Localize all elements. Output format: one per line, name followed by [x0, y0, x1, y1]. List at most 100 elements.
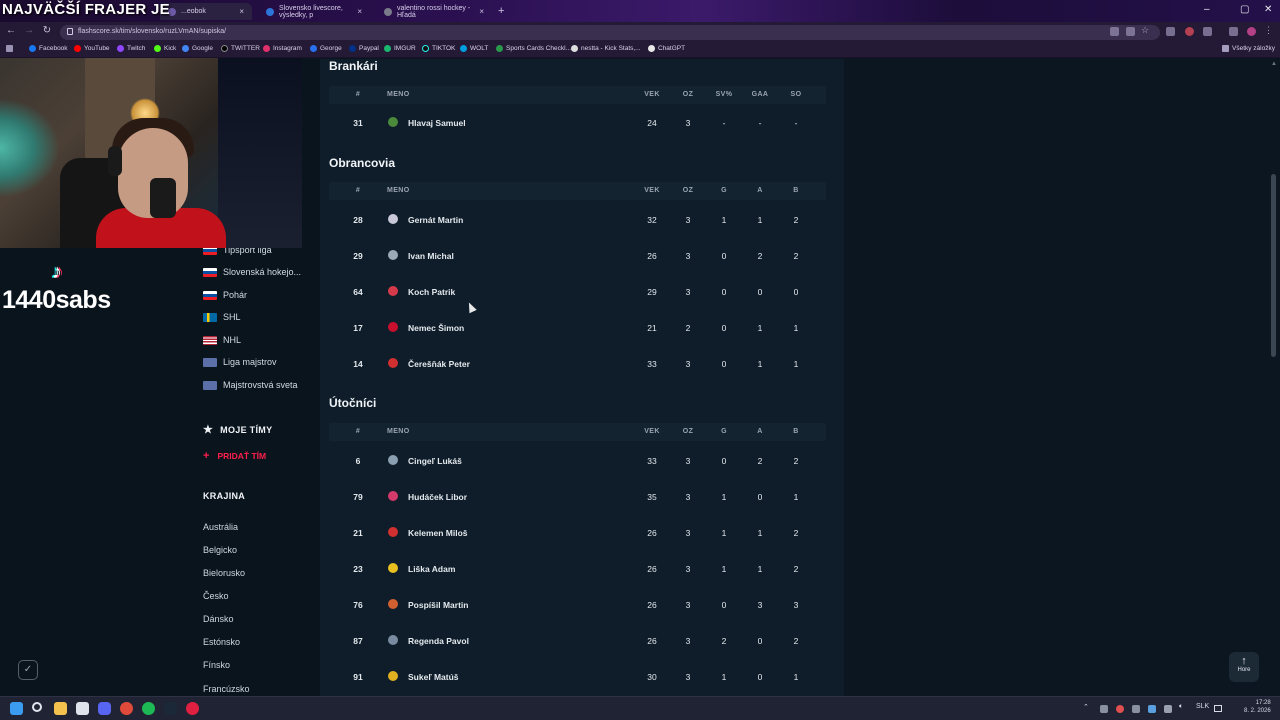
column-header[interactable]: B [781, 187, 811, 194]
column-header[interactable]: # [345, 187, 371, 194]
player-name-link[interactable]: Sukeľ Matúš [408, 672, 459, 682]
column-header[interactable]: OZ [673, 187, 703, 194]
bookmark-twitch[interactable]: Twitch [117, 45, 145, 52]
sidebar-league-slovak-cup[interactable]: Slovenská hokejo... [203, 267, 301, 277]
steam-icon[interactable] [164, 702, 177, 715]
column-header[interactable]: # [345, 428, 371, 435]
bookmark-sports-cards[interactable]: Sports Cards Checkl... [496, 45, 571, 52]
player-row[interactable]: 79 Hudáček Libor 35 3 1 0 1 [329, 491, 826, 526]
maximize-icon[interactable]: ▢ [1240, 4, 1249, 15]
sidebar-league-nhl[interactable]: NHL [203, 335, 241, 345]
reload-icon[interactable]: ↻ [40, 25, 54, 36]
browser-tab[interactable]: valentino rossi hockey - Hľadá × [376, 3, 492, 20]
extension-icon[interactable] [1185, 27, 1194, 36]
close-tab-icon[interactable]: × [239, 7, 244, 16]
column-header[interactable]: A [745, 187, 775, 194]
country-item[interactable]: Estónsko [203, 637, 240, 647]
player-row[interactable]: 31 Hlavaj Samuel 24 3 - - - [329, 117, 826, 152]
column-header[interactable]: GAA [745, 91, 775, 98]
country-item[interactable]: Bielorusko [203, 568, 245, 578]
scroll-to-top-button[interactable]: ↑ Hore [1229, 652, 1259, 682]
chrome-icon[interactable] [120, 702, 133, 715]
player-row[interactable]: 28 Gernát Martin 32 3 1 1 2 [329, 214, 826, 249]
profile-avatar-icon[interactable] [1247, 27, 1256, 36]
player-name-link[interactable]: Hudáček Libor [408, 492, 467, 502]
column-header[interactable]: MENO [387, 187, 410, 194]
sidebar-league-pohar[interactable]: Pohár [203, 290, 247, 300]
close-tab-icon[interactable]: × [357, 7, 362, 16]
tray-app-icon[interactable] [1132, 705, 1140, 713]
player-row[interactable]: 64 Koch Patrik 29 3 0 0 0 [329, 286, 826, 321]
player-name-link[interactable]: Gernát Martin [408, 215, 463, 225]
bookmark-google[interactable]: Google [182, 45, 213, 52]
column-header[interactable]: SV% [709, 91, 739, 98]
bookmark-george[interactable]: George [310, 45, 342, 52]
spotify-icon[interactable] [142, 702, 155, 715]
country-item[interactable]: Francúzsko [203, 684, 250, 694]
close-window-icon[interactable]: ✕ [1264, 4, 1272, 15]
bookmark-paypal[interactable]: Paypal [349, 45, 379, 52]
privacy-shield-icon[interactable]: ✓ [18, 660, 38, 680]
scrollbar-thumb[interactable] [1271, 174, 1276, 357]
language-indicator[interactable]: SLK [1196, 703, 1209, 710]
tray-app-icon[interactable] [1164, 705, 1172, 713]
player-row[interactable]: 91 Sukeľ Matúš 30 3 1 0 1 [329, 671, 826, 696]
url-input[interactable]: flashscore.sk/tim/slovensko/ruzLVmAN/sup… [60, 25, 1160, 40]
forward-icon[interactable]: → [22, 25, 36, 36]
clock[interactable]: 17:28 8. 2. 2026 [1244, 699, 1271, 715]
country-item[interactable]: Česko [203, 591, 229, 601]
task-view-icon[interactable] [76, 702, 89, 715]
tray-app-icon[interactable] [1148, 705, 1156, 713]
column-header[interactable]: OZ [673, 428, 703, 435]
bookmark-tiktok[interactable]: TIKTOK [422, 45, 455, 52]
bookmark-instagram[interactable]: Instagram [263, 45, 302, 52]
column-header[interactable]: SO [781, 91, 811, 98]
country-item[interactable]: Belgicko [203, 545, 237, 555]
column-header[interactable]: MENO [387, 91, 410, 98]
column-header[interactable]: # [345, 91, 371, 98]
browser-tab-active[interactable]: ...eobok × [160, 3, 252, 20]
column-header[interactable]: MENO [387, 428, 410, 435]
bookmark-star-icon[interactable]: ☆ [1141, 25, 1150, 35]
scroll-up-arrow-icon[interactable]: ▲ [1271, 61, 1277, 67]
column-header[interactable]: OZ [673, 91, 703, 98]
extensions-icon[interactable] [1166, 27, 1175, 36]
puzzle-icon[interactable] [1203, 27, 1212, 36]
player-name-link[interactable]: Koch Patrik [408, 287, 455, 297]
player-row[interactable]: 17 Nemec Šimon 21 2 0 1 1 [329, 322, 826, 357]
browser-tab[interactable]: Slovensko livescore, výsledky, p × [258, 3, 370, 20]
search-icon[interactable] [1110, 27, 1119, 36]
add-team-button[interactable]: + PRIDAŤ TÍM [203, 450, 266, 462]
sidebar-league-world-championship[interactable]: Majstrovstvá sveta [203, 380, 298, 390]
player-name-link[interactable]: Čerešňák Peter [408, 359, 470, 369]
column-header[interactable]: A [745, 428, 775, 435]
sidebar-league-champions[interactable]: Liga majstrov [203, 357, 277, 367]
cast-icon[interactable] [1126, 27, 1135, 36]
column-header[interactable]: G [709, 428, 739, 435]
bookmark-kick[interactable]: Kick [154, 45, 176, 52]
column-header[interactable]: VEK [637, 428, 667, 435]
network-icon[interactable] [1214, 705, 1222, 712]
menu-kebab-icon[interactable]: ⋮ [1264, 25, 1273, 35]
player-row[interactable]: 29 Ivan Michal 26 3 0 2 2 [329, 250, 826, 285]
tray-chevron-icon[interactable]: ⌃ [1083, 703, 1089, 711]
player-name-link[interactable]: Liška Adam [408, 564, 455, 574]
country-item[interactable]: Austrália [203, 522, 238, 532]
player-name-link[interactable]: Hlavaj Samuel [408, 118, 466, 128]
country-item[interactable]: Fínsko [203, 660, 230, 670]
bookmark-twitter[interactable]: TWITTER [221, 45, 260, 52]
column-header[interactable]: VEK [637, 91, 667, 98]
bookmark-chatgpt[interactable]: ChatGPT [648, 45, 685, 52]
column-header[interactable]: B [781, 428, 811, 435]
column-header[interactable]: G [709, 187, 739, 194]
search-icon[interactable] [32, 702, 42, 712]
tray-app-icon[interactable] [1100, 705, 1108, 713]
all-bookmarks[interactable]: Všetky záložky [1222, 45, 1275, 52]
sidebar-league-shl[interactable]: SHL [203, 312, 241, 322]
volume-icon[interactable]: 🔈︎ [1179, 703, 1183, 711]
bookmark-youtube[interactable]: YouTube [74, 45, 110, 52]
country-item[interactable]: Dánsko [203, 614, 234, 624]
bookmark-wolt[interactable]: WOLT [460, 45, 488, 52]
player-row[interactable]: 14 Čerešňák Peter 33 3 0 1 1 [329, 358, 826, 393]
tray-app-icon[interactable] [1116, 705, 1124, 713]
